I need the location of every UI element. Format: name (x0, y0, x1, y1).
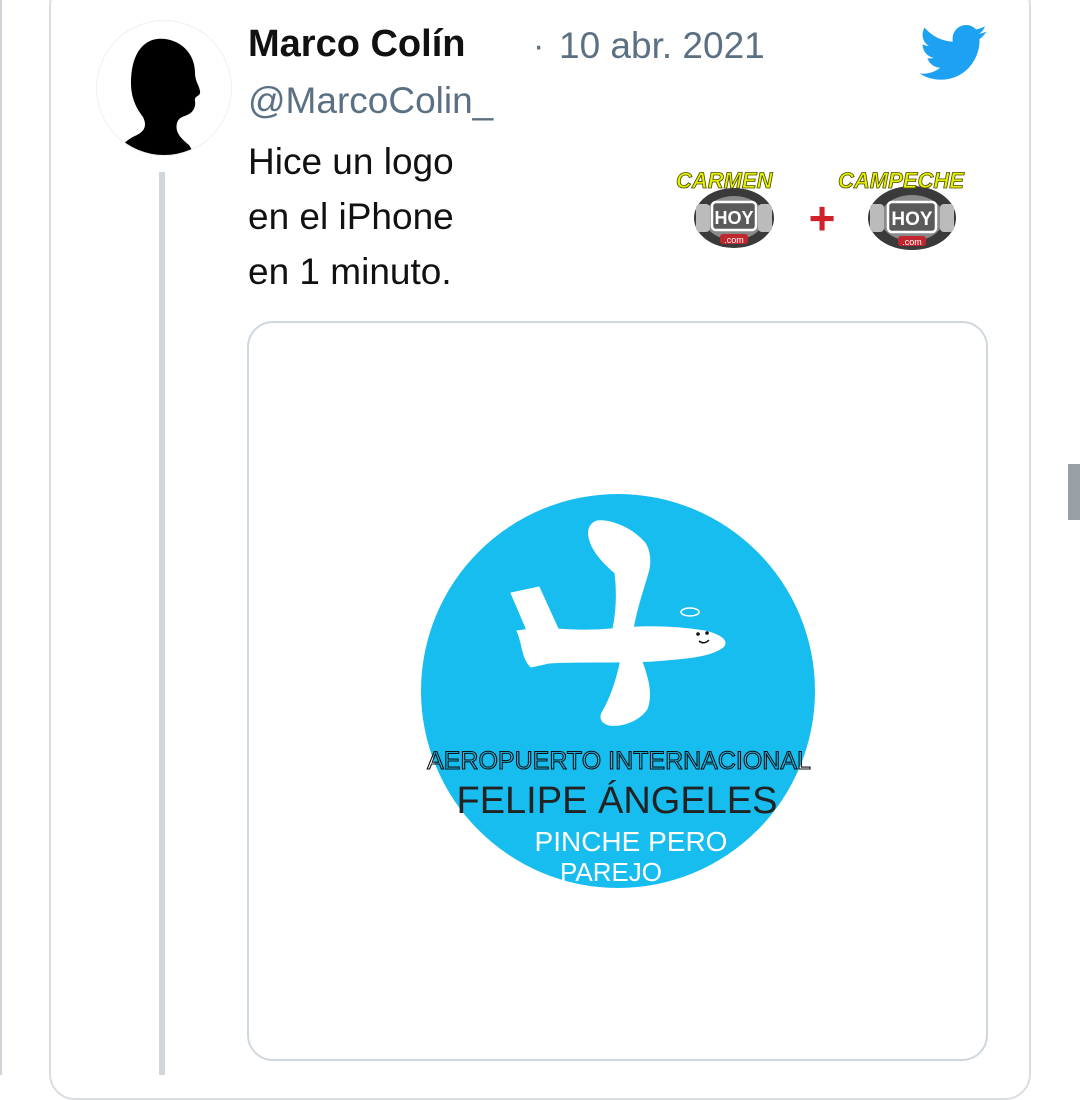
tweet-text-line: en el iPhone (248, 196, 454, 237)
tweet-text: Hice un logo en el iPhone en 1 minuto. (248, 134, 454, 299)
tweet-date[interactable]: 10 abr. 2021 (559, 25, 765, 67)
avatar[interactable] (96, 20, 232, 156)
svg-text:CAMPECHE: CAMPECHE (838, 168, 965, 193)
logo-line-4: PAREJO (560, 857, 662, 887)
svg-text:HOY: HOY (714, 208, 753, 228)
logo-line-1: AEROPUERTO INTERNACIONAL (427, 747, 811, 775)
svg-text:+: + (809, 192, 836, 244)
svg-text:CARMEN: CARMEN (676, 168, 774, 193)
campeche-hoy-logo: HOY .com CAMPECHE (838, 168, 966, 250)
author-handle[interactable]: @MarcoColin_ (248, 80, 493, 122)
user-silhouette-icon (117, 38, 201, 155)
scrollbar-thumb[interactable] (1068, 464, 1080, 520)
date-separator: · (533, 27, 545, 65)
page-left-edge (0, 0, 2, 1075)
svg-text:.com: .com (724, 235, 744, 245)
twitter-bird-icon[interactable] (920, 24, 988, 82)
logo-line-2: FELIPE ÁNGELES (456, 779, 777, 822)
svg-text:.com: .com (902, 237, 922, 247)
author-name[interactable]: Marco Colín (248, 23, 465, 66)
logo-line-3: PINCHE PERO (535, 826, 728, 857)
tweet-text-line: Hice un logo (248, 141, 454, 182)
watermark-logos: HOY .com CARMEN + HOY .com CAMPECHE (676, 168, 966, 250)
carmen-hoy-logo: HOY .com CARMEN (676, 168, 774, 248)
thread-line (159, 172, 165, 1075)
airport-logo-image: AEROPUERTO INTERNACIONAL FELIPE ÁNGELES … (421, 494, 815, 888)
svg-text:HOY: HOY (891, 209, 933, 230)
tweet-text-line: en 1 minuto. (248, 251, 452, 292)
tweet-media-image[interactable]: AEROPUERTO INTERNACIONAL FELIPE ÁNGELES … (247, 321, 988, 1061)
